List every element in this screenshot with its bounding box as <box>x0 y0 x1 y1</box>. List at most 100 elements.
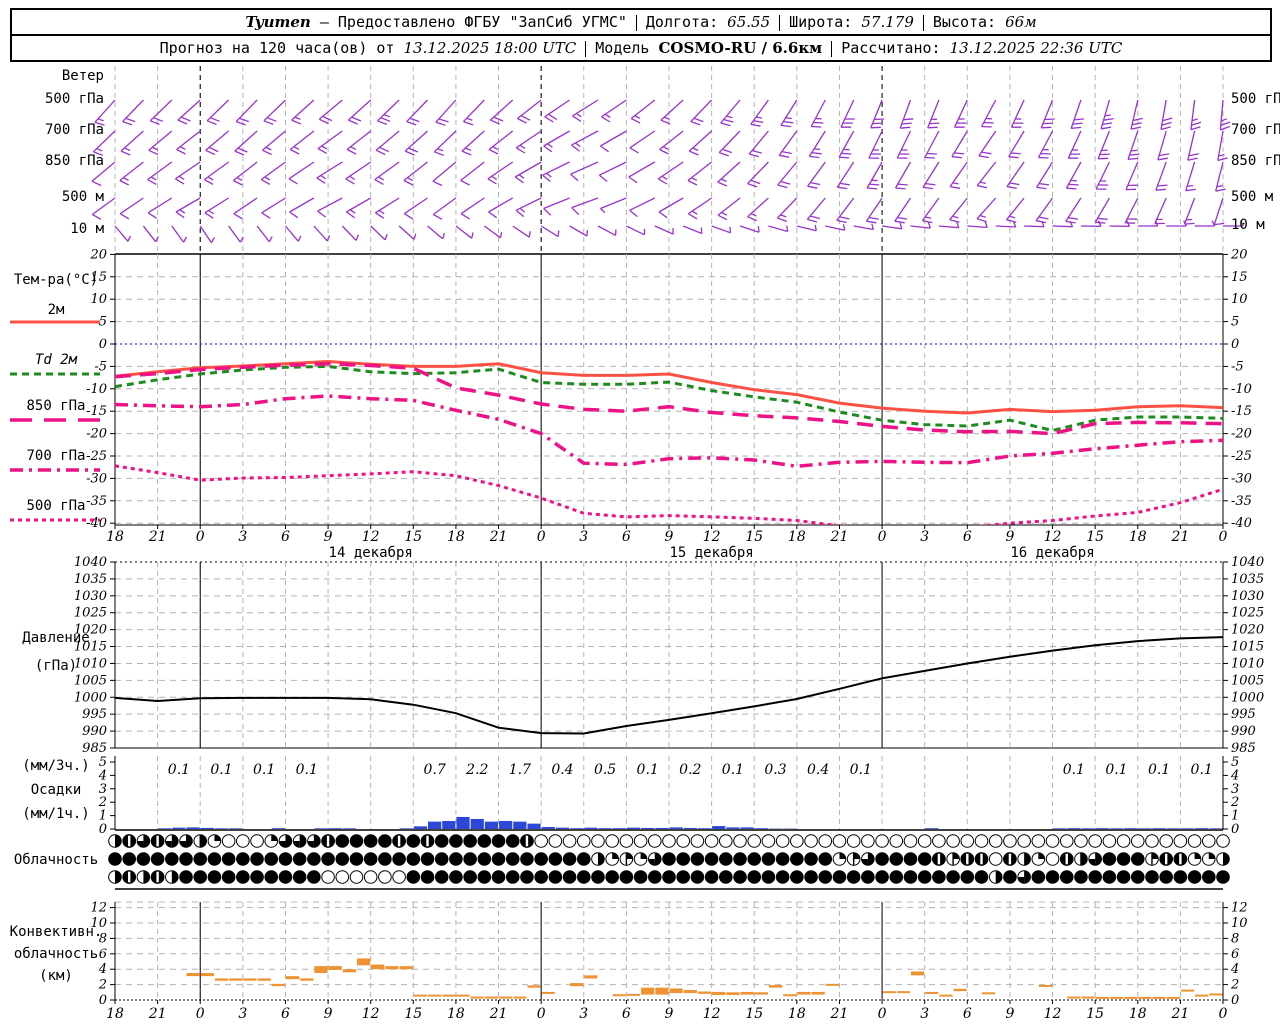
temp-legend-td2m: Td 2м <box>34 352 78 368</box>
wind-barb <box>1125 161 1139 191</box>
wind-barb <box>514 161 542 184</box>
wind-barb <box>1124 197 1139 224</box>
wind-barb <box>347 99 372 125</box>
wind-barb <box>1037 130 1054 159</box>
wind-barb <box>924 130 940 159</box>
conv-cloud-bar <box>456 994 470 997</box>
svg-text:3: 3 <box>920 529 929 545</box>
conv-cloud-bar <box>300 978 314 981</box>
conv-cloud-bar <box>939 994 953 997</box>
conv-cloud-bar <box>342 969 356 973</box>
wind-barb <box>346 197 372 219</box>
temp-legend-850: 850 гПа <box>26 398 86 414</box>
svg-text:0: 0 <box>196 529 205 545</box>
wind-barb <box>796 224 817 232</box>
svg-text:0.1: 0.1 <box>210 762 232 778</box>
wind-barb <box>432 197 457 220</box>
precip-bar <box>712 826 726 829</box>
svg-text:0.5: 0.5 <box>594 762 616 778</box>
precip-bar <box>1138 828 1152 829</box>
conv-cloud-bar <box>399 966 413 970</box>
wind-barb <box>233 161 258 186</box>
wind-barb <box>570 161 599 182</box>
wind-barb <box>601 99 627 123</box>
header-text: Высота: <box>932 13 1006 31</box>
conv-cloud-bar <box>641 987 655 995</box>
wind-barb <box>119 161 144 186</box>
header-text: 13.12.2025 22:36 UTC <box>949 39 1123 57</box>
wind-barb <box>427 225 446 240</box>
wind-barb <box>1067 130 1082 159</box>
wind-barb <box>598 161 627 183</box>
wind-barb <box>233 197 258 220</box>
wind-barb <box>377 99 400 126</box>
wind-barb <box>544 99 570 123</box>
svg-text:6: 6 <box>281 529 290 545</box>
conv-cloud-bar <box>1124 996 1138 999</box>
svg-text:1035: 1035 <box>1231 572 1264 587</box>
svg-text:21: 21 <box>830 529 849 545</box>
wind-barb <box>171 225 188 243</box>
wind-barb <box>865 197 883 224</box>
conv-cloud-bar <box>982 992 996 995</box>
wind-barb <box>1035 197 1054 224</box>
wind-panel-title: Ветер <box>61 68 104 84</box>
svg-text:0: 0 <box>1219 529 1228 545</box>
svg-text:18: 18 <box>106 1006 124 1022</box>
svg-text:15: 15 <box>745 1006 763 1022</box>
header-text: 57.179 <box>861 13 914 31</box>
svg-text:9: 9 <box>1005 1006 1014 1022</box>
wind-barb <box>1070 99 1085 130</box>
conv-cloud-bar <box>243 978 257 981</box>
wind-barb <box>978 130 997 159</box>
wind-barb <box>882 222 903 230</box>
precip-bar <box>456 816 470 829</box>
svg-text:12: 12 <box>1231 901 1248 916</box>
wind-barb <box>682 225 703 235</box>
temp-legend-2m: 2м <box>47 302 65 318</box>
wind-barb <box>147 197 173 219</box>
wind-barb <box>1187 130 1199 161</box>
wind-barb <box>1008 130 1025 159</box>
svg-text:0: 0 <box>1231 337 1239 352</box>
svg-text:0.2: 0.2 <box>679 762 701 778</box>
wind-barb <box>289 197 315 219</box>
wind-barb <box>894 197 912 224</box>
wind-barb <box>717 197 741 221</box>
svg-text:18: 18 <box>447 529 465 545</box>
svg-text:-15: -15 <box>1231 404 1252 419</box>
cloud-row-3 <box>108 870 1230 884</box>
precip-bar <box>570 828 584 829</box>
wind-barb <box>747 161 769 188</box>
wind-barb <box>488 130 514 155</box>
conv-cloud-bar <box>584 975 598 979</box>
wind-barb <box>1183 197 1196 225</box>
conv-cloud-bar <box>200 973 214 977</box>
conv-cloud-bar <box>1138 996 1152 999</box>
wind-barb <box>345 161 372 185</box>
svg-text:3: 3 <box>920 1006 929 1022</box>
wind-barb <box>717 161 741 187</box>
svg-text:-10: -10 <box>1231 382 1252 397</box>
conv-title-1: Конвективн. <box>9 924 103 940</box>
wind-barb <box>599 197 627 214</box>
svg-text:20: 20 <box>89 247 107 262</box>
svg-text:12: 12 <box>1044 529 1062 545</box>
cloud-row-2 <box>108 852 1230 866</box>
precip-bar <box>669 827 683 829</box>
wind-barb <box>463 99 485 126</box>
precip-bar <box>271 828 285 829</box>
precip-bar <box>683 827 697 829</box>
header-separator <box>585 40 587 57</box>
conv-cloud-bar <box>910 971 925 976</box>
svg-text:5: 5 <box>1231 315 1239 330</box>
wind-barb <box>1065 197 1082 224</box>
wind-barb <box>375 130 400 156</box>
svg-text:18: 18 <box>788 529 806 545</box>
header-text: COSMO-RU / 6.6км <box>658 39 823 57</box>
svg-text:-30: -30 <box>1231 471 1252 486</box>
svg-text:0.1: 0.1 <box>1148 762 1170 778</box>
wind-barb <box>657 161 684 185</box>
wind-barb <box>432 161 457 187</box>
wind-barb <box>256 225 273 243</box>
